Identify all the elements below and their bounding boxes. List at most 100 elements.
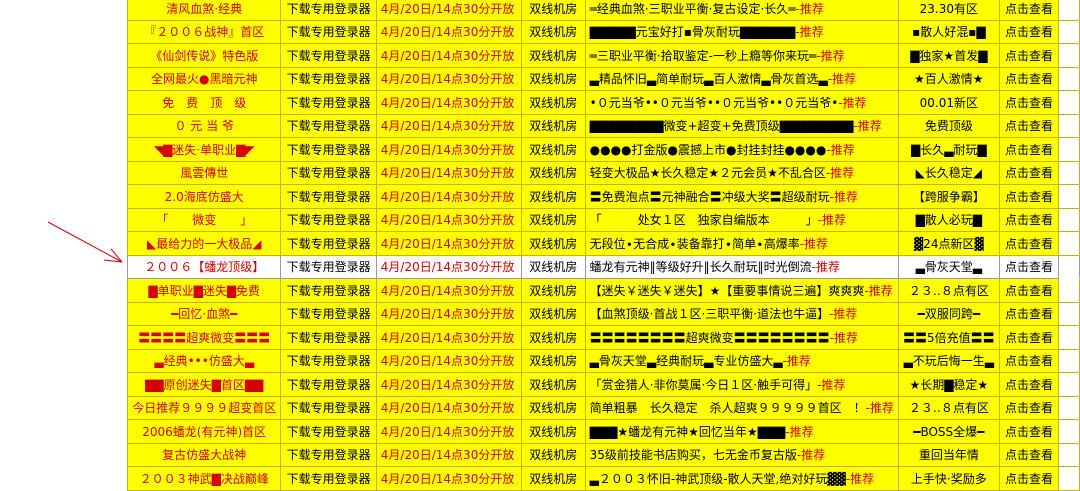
download-launcher-link[interactable]: 下载专用登录器 [280,419,377,444]
server-row: 「 微变 」下载专用登录器 4月/20日/14点30分开放 双线机房「 处女１区 独… [126,207,1080,232]
server-description: ═经典血煞·三职业平衡·复古设定·长久═-推荐 [584,0,900,21]
server-row: 复古仿盛大战神 下载专用登录器 4月/20日/14点30分开放 双线机房 35级前技能书… [126,442,1080,467]
download-launcher-link[interactable]: 下载专用登录器 [280,348,377,373]
server-name-link[interactable]: 「 微变 」 [126,207,282,232]
line-type: 双线机房 [520,372,586,397]
view-details-link[interactable]: 点击查看 [998,43,1060,68]
download-launcher-link[interactable]: 下载专用登录器 [280,325,377,350]
download-launcher-link[interactable]: 下载专用登录器 [280,442,377,467]
recommend-tag: -推荐 [825,166,855,181]
view-details-link[interactable]: 点击查看 [998,278,1060,303]
region-status: ▓24点新区▓ [898,231,1000,256]
empty-cell [1058,325,1080,350]
download-launcher-link[interactable]: 下载专用登录器 [280,113,377,138]
description-text: ═三职业平衡·拾取鉴定-一秒上瘾等你来玩═ [589,48,817,63]
line-type: 双线机房 [520,466,586,491]
server-name-link[interactable]: ◥▇迷失·单职业▇◤ [126,137,282,162]
open-time: 4月/20日/14点30分开放 [375,0,522,21]
recommend-tag: -推荐 [795,25,824,40]
view-details-link[interactable]: 点击查看 [998,160,1060,185]
region-status: ▇长久▃耐玩▇ [898,137,1000,162]
recommend-tag: -推荐 [838,95,867,110]
server-name-link[interactable]: ０ 元 当 爷 [126,113,282,138]
download-launcher-link[interactable]: 下载专用登录器 [280,0,377,21]
view-details-link[interactable]: 点击查看 [998,419,1060,444]
open-time: 4月/20日/14点30分开放 [375,43,522,68]
empty-cell [1058,137,1080,162]
view-details-link[interactable]: 点击查看 [998,207,1060,232]
view-details-link[interactable]: 点击查看 [998,395,1060,420]
server-name-link[interactable]: ▇单职业▇迷失▇免费 [126,278,282,303]
download-launcher-link[interactable]: 下载专用登录器 [280,231,377,256]
server-name-link[interactable]: 复古仿盛大战神 [126,442,282,467]
line-type: 双线机房 [520,325,586,350]
description-text: 【血煞顶级·首战１区·三职平衡·道法也牛逼】 [589,307,830,322]
open-time: 4月/20日/14点30分开放 [375,395,522,420]
server-row: ◣最给力的一大极品◢ 下载专用登录器 4月/20日/14点30分开放 双线机房 无段位∙… [126,231,1080,256]
server-name-link[interactable]: 2.0海底仿盛大 [126,184,282,209]
server-name-link[interactable]: 風雲傳世 [126,160,282,185]
description-text: ▃２００３怀旧-神武顶级-散人天堂,绝对好玩▓▓ [589,471,846,486]
view-details-link[interactable]: 点击查看 [998,0,1060,21]
download-launcher-link[interactable]: 下载专用登录器 [280,184,377,209]
download-launcher-link[interactable]: 下载专用登录器 [280,395,377,420]
server-description: 【血煞顶级·首战１区·三职平衡·道法也牛逼】-推荐 [584,301,900,326]
download-launcher-link[interactable]: 下载专用登录器 [280,278,377,303]
server-name-link[interactable]: 免 费 顶 级 [126,90,282,115]
line-type: 双线机房 [520,137,586,162]
recommend-tag: -推荐 [817,377,846,392]
view-details-link[interactable]: 点击查看 [998,113,1060,138]
server-name-link[interactable]: ◣最给力的一大极品◢ [126,231,282,256]
empty-cell [1058,395,1080,420]
view-details-link[interactable]: 点击查看 [998,372,1060,397]
download-launcher-link[interactable]: 下载专用登录器 [280,43,377,68]
download-launcher-link[interactable]: 下载专用登录器 [280,160,377,185]
view-details-link[interactable]: 点击查看 [998,325,1060,350]
server-name-link[interactable]: 清风血煞·经典 [126,0,282,21]
download-launcher-link[interactable]: 下载专用登录器 [280,254,377,279]
view-details-link[interactable]: 点击查看 [998,19,1060,44]
view-details-link[interactable]: 点击查看 [998,231,1060,256]
view-details-link[interactable]: 点击查看 [998,90,1060,115]
server-description: 【迷失￥迷失￥迷失】★【重要事情说三遍】爽爽爽-推荐 [584,278,900,303]
download-launcher-link[interactable]: 下载专用登录器 [280,372,377,397]
server-name-link[interactable]: ▃经典•••仿盛大▃ [126,348,282,373]
server-description: 无段位∙无合成∙装备靠打∙简单∙高爆率-推荐 [584,231,900,256]
download-launcher-link[interactable]: 下载专用登录器 [280,66,377,91]
empty-cell [1058,207,1080,232]
description-text: ▇▇▇★蟠龙有元神★回忆当年★▇▇▇ [589,424,786,439]
line-type: 双线机房 [520,254,586,279]
download-launcher-link[interactable]: 下载专用登录器 [280,137,377,162]
server-name-link[interactable]: ▇▇原创迷失▇首区▇▇ [126,372,282,397]
view-details-link[interactable]: 点击查看 [998,442,1060,467]
download-launcher-link[interactable]: 下载专用登录器 [280,301,377,326]
server-row: 免 费 顶 级下载专用登录器 4月/20日/14点30分开放 双线机房 •０元当爷••… [126,90,1080,115]
empty-cell [1058,90,1080,115]
server-name-link[interactable]: 全网最火●黑暗元神 [126,66,282,91]
server-list-table: 清风血煞·经典 下载专用登录器 4月/20日/14点30分开放 双线机房 ═经典血煞·三… [126,0,1080,491]
server-name-link[interactable]: 2006蟠龙(有元神)首区 [126,419,282,444]
server-name-link[interactable]: ━回忆·血煞━ [126,301,282,326]
server-name-link[interactable]: 〓〓〓〓超爽微变〓〓〓 [126,325,282,350]
view-details-link[interactable]: 点击查看 [998,184,1060,209]
download-launcher-link[interactable]: 下载专用登录器 [280,19,377,44]
view-details-link[interactable]: 点击查看 [998,66,1060,91]
server-name-link[interactable]: 今日推荐９９９９超变首区 [126,395,282,420]
description-text: ●●●●打金版●震撼上市●封挂封挂●●●● [589,142,827,157]
recommend-tag: -推荐 [782,354,811,369]
server-row: 今日推荐９９９９超变首区 下载专用登录器 4月/20日/14点30分开放 双线机房 简单… [126,395,1080,420]
view-details-link[interactable]: 点击查看 [998,348,1060,373]
view-details-link[interactable]: 点击查看 [998,254,1060,279]
server-name-link[interactable]: 《仙剑传说》特色版 [126,43,282,68]
server-name-link[interactable]: 『２００６战神』首区 [126,19,282,44]
server-name-link[interactable]: ２００３神武▇决战巅峰 [126,466,282,491]
view-details-link[interactable]: 点击查看 [998,137,1060,162]
download-launcher-link[interactable]: 下载专用登录器 [280,466,377,491]
download-launcher-link[interactable]: 下载专用登录器 [280,207,377,232]
region-status: ━双服同跨━ [898,301,1000,326]
server-name-link[interactable]: ２００６【蟠龙顶级】 [126,254,282,279]
recommend-tag: -推荐 [864,283,893,298]
view-details-link[interactable]: 点击查看 [998,466,1060,491]
download-launcher-link[interactable]: 下载专用登录器 [280,90,377,115]
view-details-link[interactable]: 点击查看 [998,301,1060,326]
